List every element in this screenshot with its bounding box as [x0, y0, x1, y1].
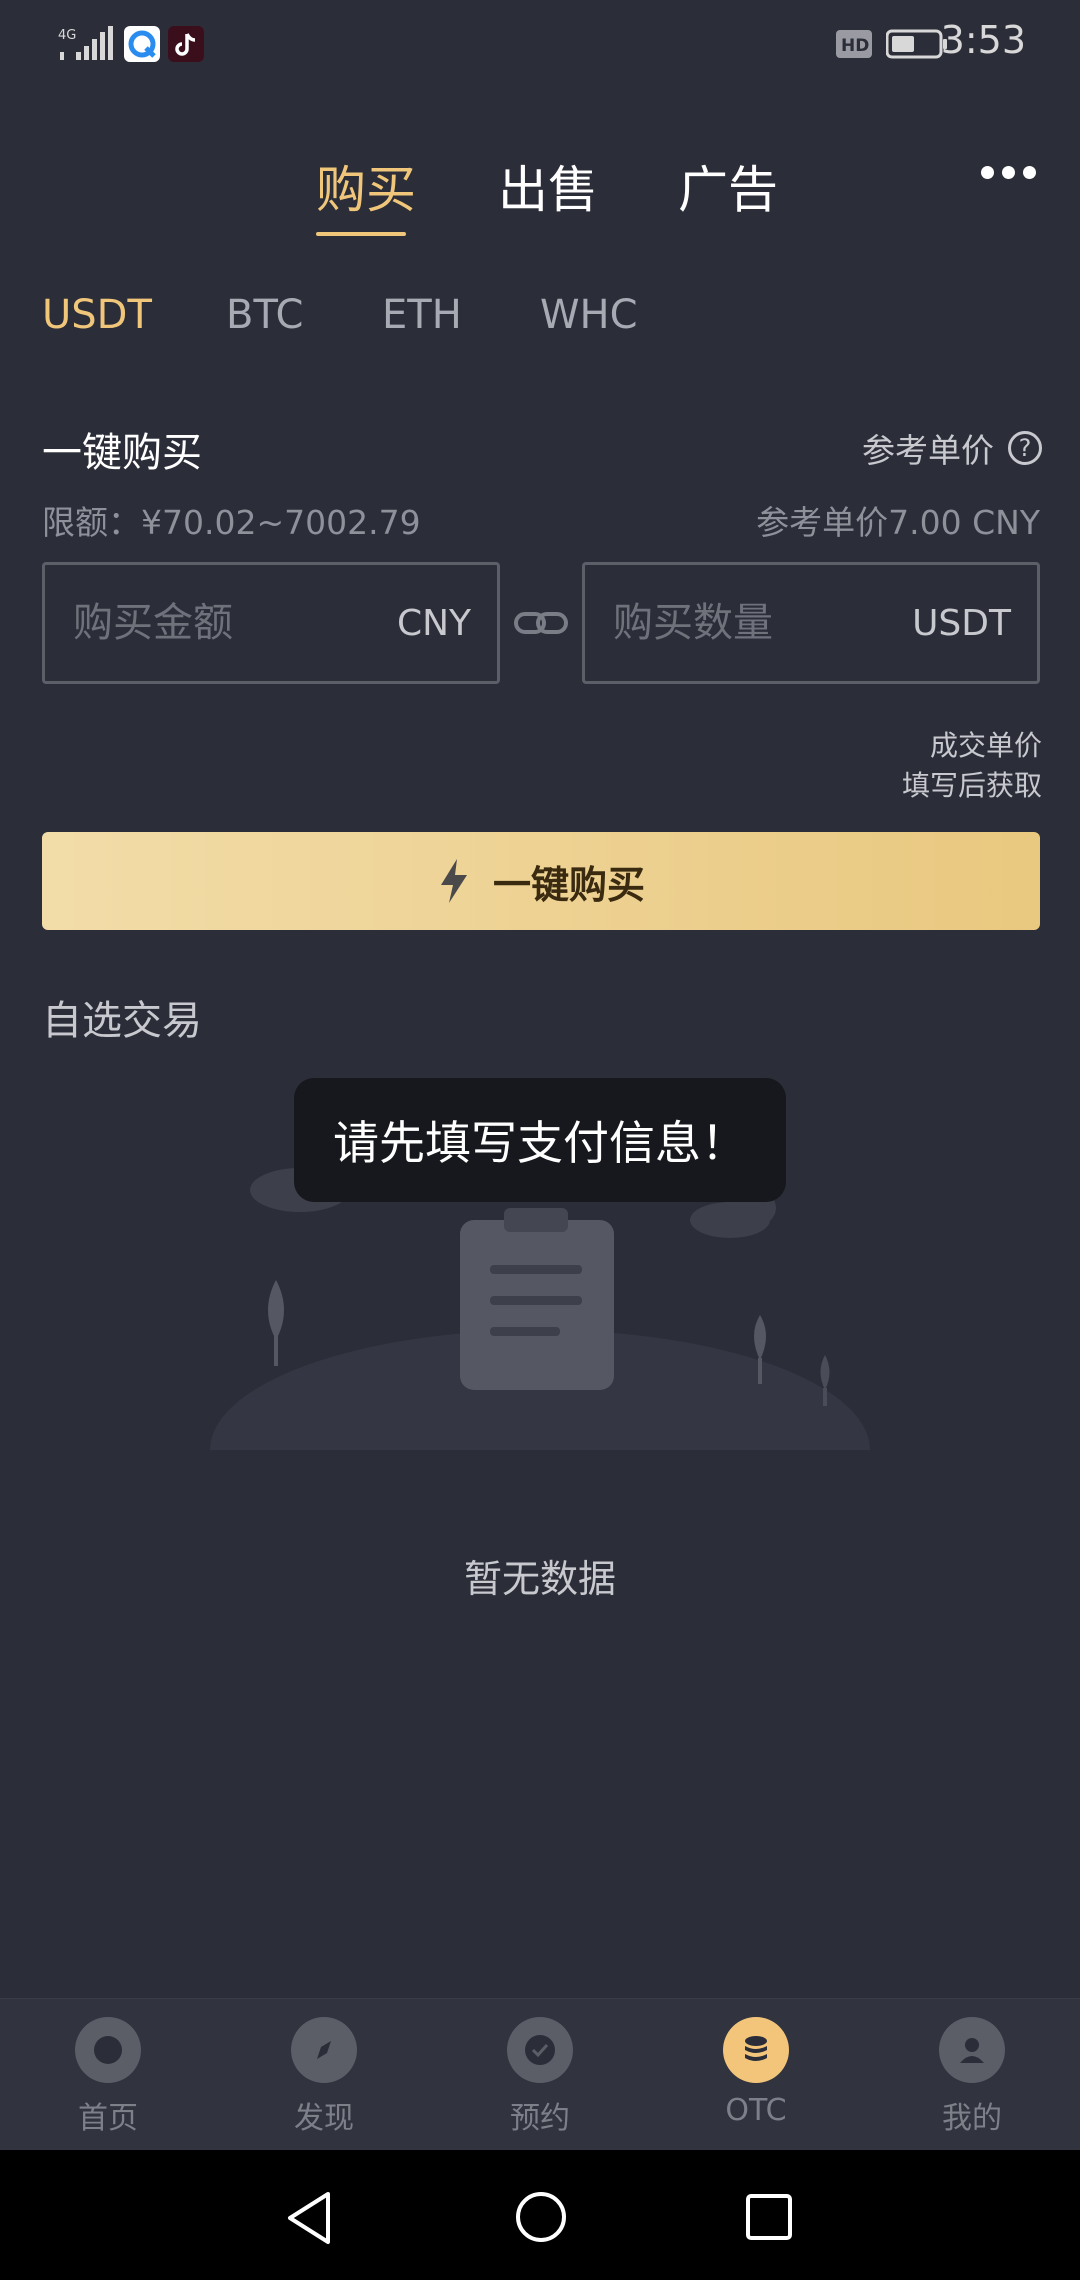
coins-stack-icon	[723, 2017, 789, 2083]
tiktok-app-icon	[168, 26, 204, 62]
ref-price-help[interactable]: 参考单价 ?	[862, 424, 1042, 472]
amount-input[interactable]	[71, 589, 325, 657]
deal-price-label: 成交单价	[929, 729, 1042, 762]
status-bar: 4G HD 3:53	[0, 0, 1080, 90]
compass-icon	[291, 2017, 357, 2083]
back-icon[interactable]	[284, 2190, 334, 2250]
tab-ads[interactable]: 广告	[678, 150, 778, 222]
status-time: 3:53	[940, 18, 1026, 62]
amount-unit: CNY	[396, 603, 471, 644]
browser-app-icon	[124, 26, 160, 62]
recents-icon[interactable]	[744, 2192, 794, 2246]
coin-tab-whc[interactable]: WHC	[540, 292, 638, 338]
nav-item-home[interactable]: 首页	[38, 1999, 178, 2151]
quantity-field[interactable]: USDT	[582, 562, 1040, 684]
toast-message: 请先填写支付信息！	[294, 1078, 786, 1202]
battery-icon	[886, 26, 948, 62]
lightning-icon	[440, 859, 467, 903]
user-icon	[939, 2017, 1005, 2083]
ref-price-value: 参考单价7.00 CNY	[756, 503, 1040, 542]
tab-active-indicator	[316, 232, 406, 236]
link-icon	[514, 608, 568, 642]
coin-tab-btc[interactable]: BTC	[226, 292, 303, 338]
nav-label-profile: 我的	[942, 2101, 1002, 2136]
bottom-nav: 首页 发现 预约 OTC 我的	[0, 1998, 1080, 2151]
svg-text:HD: HD	[841, 36, 869, 56]
limit-text: 限额：¥70.02~7002.79	[42, 503, 421, 542]
tab-sell[interactable]: 出售	[498, 150, 598, 222]
nav-label-home: 首页	[78, 2101, 138, 2136]
coin-tab-eth[interactable]: ETH	[382, 292, 462, 338]
svg-text:4G: 4G	[58, 28, 76, 43]
home-circle-icon[interactable]	[514, 2190, 568, 2248]
check-icon	[507, 2017, 573, 2083]
quantity-input[interactable]	[611, 589, 865, 657]
nav-item-otc[interactable]: OTC	[686, 1999, 826, 2151]
more-dots-icon[interactable]	[981, 166, 1036, 179]
nav-item-reserve[interactable]: 预约	[470, 1999, 610, 2151]
nav-label-discover: 发现	[294, 2101, 354, 2136]
quick-buy-button-label: 一键购买	[492, 862, 645, 907]
hd-icon: HD	[836, 26, 872, 62]
signal-icon: 4G	[58, 26, 116, 62]
question-icon[interactable]: ?	[1008, 431, 1042, 465]
quantity-unit: USDT	[912, 603, 1011, 644]
empty-state-text: 暂无数据	[463, 1557, 616, 1601]
amount-field[interactable]: CNY	[42, 562, 500, 684]
tab-buy[interactable]: 购买	[316, 150, 416, 222]
nav-label-reserve: 预约	[510, 2101, 570, 2136]
home-icon	[75, 2017, 141, 2083]
quick-buy-title: 一键购买	[42, 430, 202, 476]
nav-item-profile[interactable]: 我的	[902, 1999, 1042, 2151]
deal-price-note: 填写后获取	[901, 769, 1042, 802]
deal-price-hint: 成交单价 填写后获取	[902, 726, 1042, 806]
ref-price-label: 参考单价	[862, 431, 994, 470]
quick-buy-button[interactable]: 一键购买	[42, 832, 1040, 930]
nav-item-discover[interactable]: 发现	[254, 1999, 394, 2151]
favorites-title: 自选交易	[42, 998, 202, 1044]
coin-tab-usdt[interactable]: USDT	[42, 292, 152, 338]
system-nav-bar	[0, 2150, 1080, 2280]
nav-label-otc: OTC	[725, 2093, 787, 2128]
